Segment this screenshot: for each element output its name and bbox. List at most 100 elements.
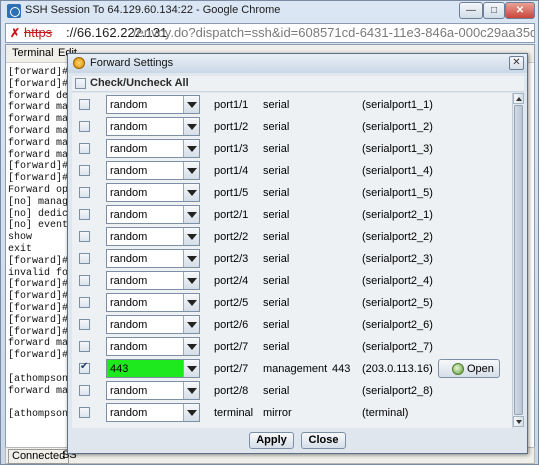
mode-dropdown[interactable]: random: [106, 183, 200, 202]
maximize-button[interactable]: □: [483, 2, 505, 19]
row-checkbox[interactable]: [79, 385, 90, 396]
url-path: /envoy.do?dispatch=ssh&id=608571cd-6431-…: [133, 25, 535, 40]
row-checkbox[interactable]: [79, 319, 90, 330]
mode-dropdown[interactable]: random: [106, 117, 200, 136]
port-label: port1/4: [214, 165, 249, 177]
forward-settings-dialog: Forward Settings ✕ Check/Uncheck All ran…: [67, 53, 528, 454]
mode-dropdown[interactable]: random: [106, 337, 200, 356]
type-label: serial: [263, 341, 290, 353]
mode-value: random: [110, 231, 148, 243]
type-label: serial: [263, 275, 290, 287]
row-checkbox[interactable]: [79, 231, 90, 242]
dropdown-arrow-icon[interactable]: [183, 294, 199, 311]
dropdown-arrow-icon[interactable]: [183, 404, 199, 421]
forward-row: random port1/4 serial (serialport1_4): [72, 159, 512, 181]
forward-row: random port2/4 serial (serialport2_4): [72, 269, 512, 291]
row-checkbox[interactable]: [79, 341, 90, 352]
mode-dropdown[interactable]: random: [106, 227, 200, 246]
check-all-row[interactable]: Check/Uncheck All: [72, 76, 524, 92]
dropdown-arrow-icon[interactable]: [183, 272, 199, 289]
row-checkbox[interactable]: [79, 297, 90, 308]
dropdown-arrow-icon[interactable]: [183, 140, 199, 157]
mode-value: random: [110, 407, 148, 419]
type-label: serial: [263, 385, 290, 397]
mode-dropdown[interactable]: random: [106, 403, 200, 422]
mode-value: random: [110, 341, 148, 353]
dropdown-arrow-icon[interactable]: [183, 316, 199, 333]
close-button[interactable]: Close: [301, 432, 346, 449]
target-label: (terminal): [362, 407, 409, 419]
row-checkbox[interactable]: [79, 143, 90, 154]
row-checkbox[interactable]: [79, 99, 90, 110]
check-all-label: Check/Uncheck All: [90, 77, 189, 89]
ssh-favicon-icon: [7, 4, 21, 18]
dropdown-arrow-icon[interactable]: [183, 162, 199, 179]
forward-list: random port1/1 serial (serialport1_1) random…: [72, 93, 512, 428]
dialog-close-button[interactable]: ✕: [509, 56, 524, 70]
close-window-button[interactable]: ✕: [505, 2, 535, 19]
dropdown-arrow-icon[interactable]: [183, 250, 199, 267]
port-label: port2/8: [214, 385, 249, 397]
port-label: port1/5: [214, 187, 249, 199]
mode-value: random: [110, 275, 148, 287]
type-label: mirror: [263, 407, 292, 419]
type-label: serial: [263, 253, 290, 265]
mode-dropdown[interactable]: random: [106, 205, 200, 224]
port-label: port1/1: [214, 99, 249, 111]
browser-titlebar: SSH Session To 64.129.60.134:22 - Google…: [1, 1, 538, 21]
type-label: serial: [263, 231, 290, 243]
address-bar[interactable]: ✗ https ://66.162.222.131 /envoy.do?disp…: [5, 23, 535, 43]
forward-row: random terminal mirror (terminal): [72, 401, 512, 423]
port-label: port1/2: [214, 121, 249, 133]
mode-value: random: [110, 297, 148, 309]
row-checkbox[interactable]: [79, 275, 90, 286]
mode-dropdown[interactable]: random: [106, 293, 200, 312]
dropdown-arrow-icon[interactable]: [183, 338, 199, 355]
type-label: serial: [263, 187, 290, 199]
mode-value: random: [110, 165, 148, 177]
mode-dropdown[interactable]: 443: [106, 359, 200, 378]
mode-value: random: [110, 385, 148, 397]
minimize-button[interactable]: —: [459, 2, 483, 19]
open-button[interactable]: Open: [438, 359, 500, 378]
dropdown-arrow-icon[interactable]: [183, 206, 199, 223]
mode-dropdown[interactable]: random: [106, 271, 200, 290]
mode-value: random: [110, 143, 148, 155]
row-checkbox[interactable]: [79, 407, 90, 418]
row-checkbox[interactable]: [79, 121, 90, 132]
apply-button[interactable]: Apply: [249, 432, 294, 449]
row-checkbox[interactable]: [79, 253, 90, 264]
mode-dropdown[interactable]: random: [106, 95, 200, 114]
target-label: (serialport2_4): [362, 275, 433, 287]
type-label: serial: [263, 319, 290, 331]
check-all-checkbox[interactable]: [75, 78, 86, 89]
target-label: (serialport1_3): [362, 143, 433, 155]
port-label: port2/4: [214, 275, 249, 287]
mode-dropdown[interactable]: random: [106, 315, 200, 334]
port-label: terminal: [214, 407, 254, 419]
dropdown-arrow-icon[interactable]: [183, 96, 199, 113]
dropdown-arrow-icon[interactable]: [183, 382, 199, 399]
target-label: (serialport2_3): [362, 253, 433, 265]
scroll-down-button[interactable]: [513, 416, 524, 427]
scroll-up-button[interactable]: [513, 93, 524, 104]
vertical-scrollbar[interactable]: [512, 93, 524, 428]
mode-dropdown[interactable]: random: [106, 249, 200, 268]
port-label: port2/2: [214, 231, 249, 243]
dropdown-arrow-icon[interactable]: [183, 228, 199, 245]
row-checkbox[interactable]: [79, 165, 90, 176]
row-checkbox[interactable]: [79, 209, 90, 220]
dropdown-arrow-icon[interactable]: [183, 360, 199, 377]
mode-dropdown[interactable]: random: [106, 161, 200, 180]
row-checkbox[interactable]: [79, 187, 90, 198]
dropdown-arrow-icon[interactable]: [183, 118, 199, 135]
port-label: port2/7: [214, 341, 249, 353]
scroll-thumb[interactable]: [514, 105, 523, 415]
dropdown-arrow-icon[interactable]: [183, 184, 199, 201]
mode-dropdown[interactable]: random: [106, 381, 200, 400]
mode-dropdown[interactable]: random: [106, 139, 200, 158]
row-checkbox[interactable]: [79, 361, 90, 374]
insecure-lock-icon: ✗: [10, 26, 21, 40]
menu-terminal[interactable]: Terminal: [12, 47, 54, 59]
forward-row: random port2/1 serial (serialport2_1): [72, 203, 512, 225]
